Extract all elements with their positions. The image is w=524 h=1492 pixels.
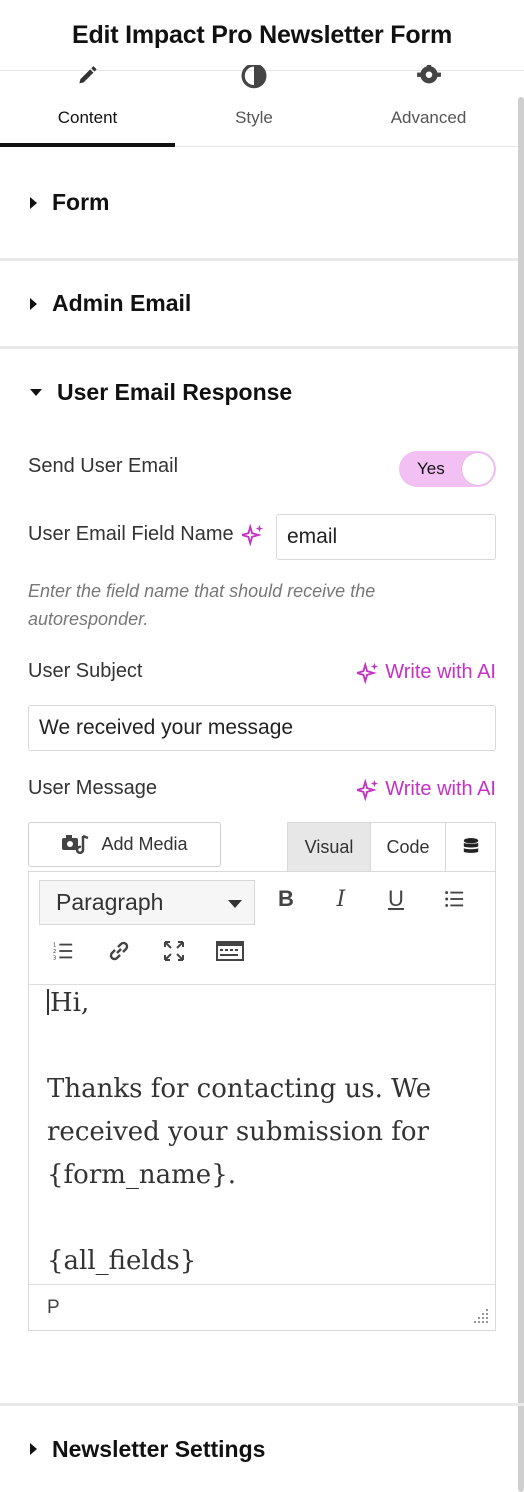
- text-cursor: [47, 989, 49, 1015]
- subject-input[interactable]: We received your message: [28, 705, 496, 751]
- svg-text:1: 1: [53, 942, 57, 948]
- send-user-email-label: Send User Email: [28, 455, 179, 477]
- editor-content[interactable]: Hi, Thanks for contacting us. We receive…: [47, 982, 485, 1283]
- rich-text-editor: Paragraph B I U 123 Hi, Thanks for conta…: [28, 871, 496, 1331]
- section-newsletter-settings[interactable]: Newsletter Settings: [0, 1403, 524, 1492]
- bullet-list-icon: [445, 891, 464, 907]
- tab-style-label: Style: [235, 108, 273, 127]
- page-title: Edit Impact Pro Newsletter Form: [72, 20, 452, 49]
- ai-sparkle-icon[interactable]: [241, 523, 264, 546]
- subject-value: We received your message: [39, 716, 294, 739]
- field-name-row: User Email Field Name: [28, 523, 264, 546]
- tab-advanced-label: Advanced: [390, 108, 467, 127]
- content-line-body: Thanks for contacting us. We received yo…: [47, 1074, 432, 1190]
- editor-mode-tabs: Visual Code: [287, 822, 496, 871]
- format-select[interactable]: Paragraph: [39, 880, 255, 925]
- tab-content-label: Content: [57, 108, 118, 127]
- editor-toolbar: Paragraph B I U 123: [29, 872, 495, 985]
- message-write-ai-label: Write with AI: [385, 778, 496, 800]
- numbered-list-button[interactable]: 123: [46, 934, 80, 968]
- link-icon: [109, 941, 129, 961]
- toggle-label: Yes: [417, 459, 445, 478]
- tab-content[interactable]: Content: [0, 66, 175, 147]
- resize-grip-icon[interactable]: [473, 1308, 489, 1324]
- add-media-icon: [62, 834, 89, 854]
- svg-text:3: 3: [53, 955, 57, 961]
- field-name-input[interactable]: email: [276, 514, 496, 560]
- caret-right-icon: [30, 1443, 37, 1455]
- tab-code[interactable]: Code: [371, 823, 446, 871]
- subject-row: User Subject: [28, 660, 143, 683]
- element-path[interactable]: P: [47, 1297, 60, 1319]
- send-user-email-toggle[interactable]: Yes: [399, 451, 496, 487]
- bold-button[interactable]: B: [269, 882, 303, 916]
- fullscreen-button[interactable]: [157, 934, 191, 968]
- ai-sparkle-icon: [357, 661, 379, 684]
- section-form[interactable]: Form: [0, 147, 524, 261]
- panel-header: Edit Impact Pro Newsletter Form: [0, 0, 524, 71]
- bullet-list-button[interactable]: [437, 882, 471, 916]
- chevron-down-icon: [228, 900, 242, 908]
- panel-tabs: Content Style Advanced: [0, 65, 524, 147]
- database-icon: [463, 838, 478, 853]
- format-select-value: Paragraph: [56, 889, 164, 915]
- italic-button[interactable]: I: [324, 882, 358, 916]
- field-name-label: User Email Field Name: [28, 523, 234, 545]
- content-greeting-text: Hi,: [50, 988, 90, 1018]
- section-user-email-response-title: User Email Response: [57, 378, 293, 405]
- field-name-value: email: [287, 525, 338, 548]
- keyboard-icon: [216, 941, 244, 961]
- section-form-title: Form: [52, 189, 110, 215]
- tab-style[interactable]: Style: [175, 65, 333, 146]
- gear-icon: [416, 65, 441, 84]
- toggle-knob: [462, 453, 494, 485]
- editor-statusbar: P: [29, 1284, 495, 1330]
- content-line-fields: {all_fields}: [47, 1246, 197, 1276]
- section-newsletter-settings-title: Newsletter Settings: [52, 1435, 266, 1462]
- underline-button[interactable]: U: [379, 882, 413, 916]
- toolbar-toggle-button[interactable]: [213, 934, 247, 968]
- panel-scrollbar[interactable]: [518, 97, 524, 1492]
- ai-sparkle-icon: [357, 778, 379, 801]
- dynamic-tags-button[interactable]: [446, 823, 495, 871]
- field-name-hint: Enter the field name that should receive…: [28, 581, 376, 629]
- pencil-icon: [78, 66, 97, 84]
- message-write-ai-button[interactable]: Write with AI: [357, 778, 496, 801]
- caret-down-icon: [30, 388, 42, 396]
- subject-label: User Subject: [28, 660, 143, 682]
- message-label: User Message: [28, 777, 157, 799]
- tab-visual[interactable]: Visual: [288, 823, 371, 871]
- contrast-icon: [241, 65, 267, 89]
- section-admin-email-title: Admin Email: [52, 290, 192, 316]
- numbered-list-icon: 123: [53, 942, 73, 961]
- subject-write-ai-button[interactable]: Write with AI: [357, 661, 496, 684]
- subject-write-ai-label: Write with AI: [385, 661, 496, 683]
- section-admin-email[interactable]: Admin Email: [0, 261, 524, 349]
- fullscreen-icon: [164, 941, 184, 961]
- message-row: User Message: [28, 777, 157, 800]
- add-media-button[interactable]: Add Media: [28, 822, 221, 867]
- tab-advanced[interactable]: Advanced: [333, 65, 524, 146]
- svg-text:2: 2: [53, 949, 57, 955]
- insert-link-button[interactable]: [102, 934, 136, 968]
- add-media-label: Add Media: [101, 834, 188, 854]
- section-user-email-response[interactable]: User Email Response: [0, 349, 524, 435]
- caret-right-icon: [30, 196, 37, 209]
- caret-right-icon: [30, 297, 37, 310]
- content-line-greeting: Hi,: [47, 982, 485, 1025]
